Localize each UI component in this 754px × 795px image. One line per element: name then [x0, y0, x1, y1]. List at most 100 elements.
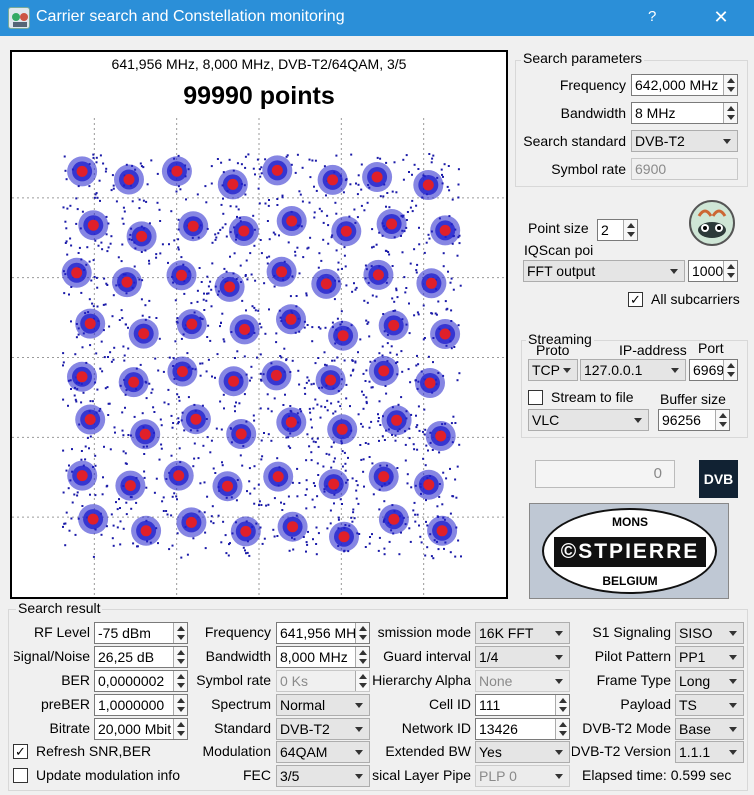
constellation-cluster — [214, 271, 245, 302]
points-count: 99990 points — [183, 82, 335, 110]
constellation-cluster — [230, 516, 261, 547]
col3-5-label: Extended BW — [385, 743, 471, 759]
col4-5-label: DVB-T2 Version — [572, 743, 671, 759]
constellation-cluster — [427, 515, 458, 546]
search-standard-label: Search standard — [523, 133, 626, 149]
constellation-cluster — [161, 156, 192, 187]
update-modulation-checkbox[interactable] — [13, 768, 28, 783]
col1-4-field[interactable]: 20,000 Mbit — [94, 718, 188, 740]
constellation-cluster — [67, 460, 98, 491]
col2-5-field[interactable]: 64QAM — [276, 741, 370, 763]
constellation-cluster — [114, 164, 144, 195]
col2-6-label: FEC — [243, 767, 271, 783]
col3-4-field[interactable]: 13426 — [475, 718, 570, 740]
constellation-cluster — [276, 407, 307, 438]
col4-4-field[interactable]: Base — [675, 718, 744, 740]
proto-select[interactable]: TCP — [528, 359, 578, 381]
dvb-logo: DVB — [699, 460, 738, 498]
constellation-cluster — [415, 368, 445, 398]
col2-0-field[interactable]: 641,956 MHz — [276, 622, 370, 644]
point-size-label: Point size — [528, 220, 589, 236]
constellation-cluster — [180, 404, 211, 435]
constellation-cluster — [128, 318, 159, 349]
buffer-size-input[interactable]: 96256 — [658, 409, 730, 431]
frequency-input[interactable]: 642,000 MHz — [631, 74, 738, 96]
port-input[interactable]: 6969 — [689, 359, 738, 381]
symbol-rate-input[interactable]: 6900 — [631, 158, 738, 180]
signal-indicator: 0 — [535, 460, 675, 488]
col3-0-label: smission mode — [377, 624, 471, 640]
constellation-cluster — [229, 314, 260, 345]
col3-1-label: Guard interval — [383, 648, 471, 664]
col3-6-field[interactable]: PLP 0 — [475, 765, 570, 787]
col2-2-label: Symbol rate — [196, 672, 271, 688]
elapsed-time: Elapsed time: 0.599 sec — [582, 767, 732, 783]
col4-5-field[interactable]: 1.1.1 — [675, 741, 744, 763]
constellation-cluster — [430, 215, 461, 246]
col4-3-field[interactable]: TS — [675, 694, 744, 716]
frequency-label: Frequency — [559, 77, 626, 93]
constellation-cluster — [276, 206, 307, 236]
constellation-cluster — [318, 469, 349, 500]
col4-2-label: Frame Type — [596, 672, 671, 688]
col1-0-field[interactable]: -75 dBm — [94, 622, 188, 644]
constellation-cluster — [67, 156, 98, 187]
constellation-cluster — [413, 469, 444, 500]
buffer-size-label: Buffer size — [660, 391, 726, 407]
col2-3-field[interactable]: Normal — [276, 694, 370, 716]
port-label: Port — [698, 340, 724, 356]
all-subcarriers-label: All subcarriers — [651, 291, 740, 307]
constellation-cluster — [378, 504, 409, 535]
col3-3-field[interactable]: 111 — [475, 694, 570, 716]
col3-5-field[interactable]: Yes — [475, 741, 570, 763]
constellation-cluster — [166, 260, 197, 291]
col1-3-field[interactable]: 1,0000000 — [94, 694, 188, 716]
col4-0-field[interactable]: SISO — [675, 622, 744, 644]
constellation-cluster — [163, 460, 194, 491]
col2-6-field[interactable]: 3/5 — [276, 765, 370, 787]
col1-1-label: Signal/Noise — [14, 648, 90, 664]
col3-0-field[interactable]: 16K FFT — [475, 622, 570, 644]
constellation-cluster — [112, 267, 142, 298]
constellation-cluster — [226, 419, 257, 449]
point-size-input[interactable]: 2 — [597, 219, 638, 241]
constellation-cluster — [363, 259, 394, 290]
constellation-cluster — [425, 421, 456, 451]
stream-to-file-checkbox[interactable] — [528, 390, 543, 405]
constellation-cluster — [178, 211, 209, 242]
ip-address-select[interactable]: 127.0.0.1 — [580, 359, 686, 381]
constellation-cluster — [115, 470, 146, 501]
col3-6-label: sical Layer Pipe — [372, 767, 471, 783]
constellation-cluster — [327, 414, 358, 445]
col2-2-field[interactable]: 0 Ks — [276, 670, 370, 692]
constellation-cluster — [430, 319, 461, 349]
constellation-plot — [12, 118, 506, 597]
col2-1-field[interactable]: 8,000 MHz — [276, 646, 370, 668]
search-standard-select[interactable]: DVB-T2 — [631, 130, 738, 152]
col1-1-field[interactable]: 26,25 dB — [94, 646, 188, 668]
constellation-cluster — [378, 310, 409, 341]
brand-logo: MONS ©STPIERRE BELGIUM — [529, 503, 729, 599]
close-button[interactable]: ✕ — [706, 4, 736, 30]
bandwidth-input[interactable]: 8 MHz — [631, 102, 738, 124]
col4-2-field[interactable]: Long — [675, 670, 744, 692]
player-select[interactable]: VLC — [528, 409, 649, 431]
refresh-snr-ber-checkbox[interactable]: ✓ — [13, 744, 28, 759]
col4-1-field[interactable]: PP1 — [675, 646, 744, 668]
col1-2-field[interactable]: 0,0000002 — [94, 670, 188, 692]
col2-4-field[interactable]: DVB-T2 — [276, 718, 370, 740]
all-subcarriers-checkbox[interactable]: ✓ — [628, 292, 643, 307]
constellation-cluster — [362, 162, 393, 192]
iqscan-points-input[interactable]: 1000 — [688, 260, 738, 282]
iqscan-mode-select[interactable]: FFT output — [523, 260, 685, 282]
col1-0-label: RF Level — [33, 624, 90, 640]
constellation-cluster — [263, 461, 294, 492]
help-button[interactable]: ? — [648, 8, 656, 25]
constellation-cluster — [75, 404, 106, 435]
col3-1-field[interactable]: 1/4 — [475, 646, 570, 668]
col3-2-field[interactable]: None — [475, 670, 570, 692]
constellation-cluster — [176, 309, 207, 340]
constellation-cluster — [276, 304, 306, 335]
constellation-panel: 641,956 MHz, 8,000 MHz, DVB-T2/64QAM, 3/… — [10, 50, 508, 599]
constellation-cluster — [78, 210, 109, 241]
